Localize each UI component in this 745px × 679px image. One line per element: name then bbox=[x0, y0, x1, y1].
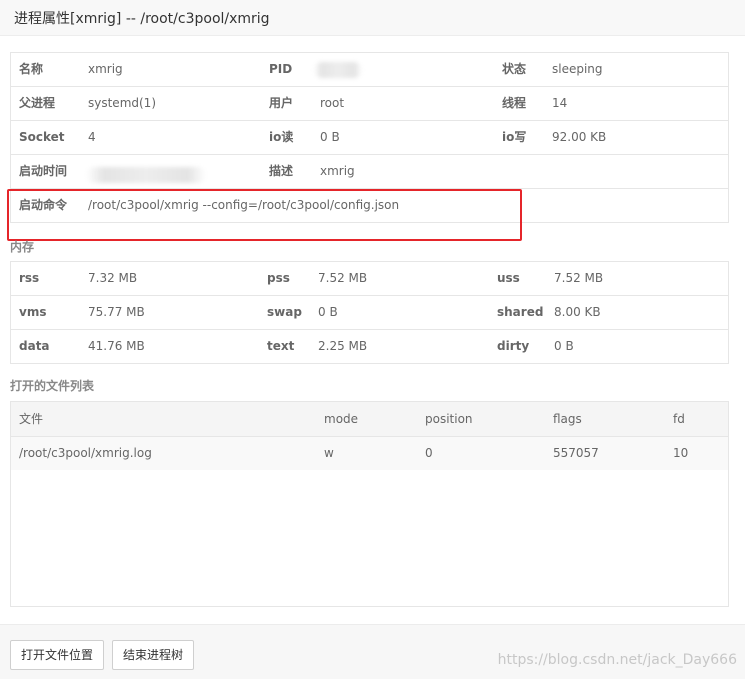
description-label: 描述 bbox=[269, 164, 294, 178]
vms-value: 75.77 MB bbox=[88, 305, 145, 319]
uss-value: 7.52 MB bbox=[554, 271, 604, 285]
status-label: 状态 bbox=[502, 62, 527, 76]
info-row: 名称 xmrig PID 状态 sleeping bbox=[11, 53, 728, 87]
swap-label: swap bbox=[267, 305, 302, 319]
io-write-value: 92.00 KB bbox=[552, 130, 607, 144]
column-header-flags: flags bbox=[553, 412, 582, 426]
watermark-text: https://blog.csdn.net/jack_Day666 bbox=[497, 652, 737, 668]
pid-label: PID bbox=[269, 62, 293, 76]
memory-row: rss 7.32 MB pss 7.52 MB uss 7.52 MB bbox=[11, 262, 728, 296]
files-section-title: 打开的文件列表 bbox=[10, 379, 95, 393]
dialog-footer: 打开文件位置 结束进程树 https://blog.csdn.net/jack_… bbox=[0, 624, 745, 679]
file-position-cell: 0 bbox=[425, 446, 433, 460]
pss-value: 7.52 MB bbox=[318, 271, 368, 285]
io-write-label: io写 bbox=[502, 130, 527, 144]
files-table-header: 文件 mode position flags fd bbox=[11, 402, 728, 437]
swap-value: 0 B bbox=[318, 305, 338, 319]
info-row: 启动时间 描述 xmrig bbox=[11, 155, 728, 189]
file-flags-cell: 557057 bbox=[553, 446, 599, 460]
start-time-label: 启动时间 bbox=[19, 164, 68, 178]
data-value: 41.76 MB bbox=[88, 339, 145, 353]
io-read-label: io读 bbox=[269, 130, 294, 144]
open-file-location-button[interactable]: 打开文件位置 bbox=[10, 640, 105, 670]
threads-value: 14 bbox=[552, 96, 568, 110]
info-row: Socket 4 io读 0 B io写 92.00 KB bbox=[11, 121, 728, 155]
column-header-fd: fd bbox=[673, 412, 685, 426]
description-value: xmrig bbox=[320, 164, 355, 178]
title-bar: 进程属性[xmrig] -- /root/c3pool/xmrig bbox=[0, 0, 745, 36]
dirty-label: dirty bbox=[497, 339, 530, 353]
window-title: 进程属性[xmrig] -- /root/c3pool/xmrig bbox=[14, 11, 270, 27]
name-value: xmrig bbox=[88, 62, 123, 76]
column-header-file: 文件 bbox=[19, 412, 44, 426]
file-fd-cell: 10 bbox=[673, 446, 689, 460]
user-value: root bbox=[320, 96, 345, 110]
status-value: sleeping bbox=[552, 62, 603, 76]
pid-value-redacted bbox=[314, 62, 362, 78]
kill-process-tree-button[interactable]: 结束进程树 bbox=[112, 640, 195, 670]
memory-row: vms 75.77 MB swap 0 B shared 8.00 KB bbox=[11, 296, 728, 330]
text-label: text bbox=[267, 339, 295, 353]
socket-value: 4 bbox=[88, 130, 96, 144]
process-info-table: 名称 xmrig PID 状态 sleeping 父进程 systemd(1) … bbox=[10, 52, 729, 223]
io-read-value: 0 B bbox=[320, 130, 340, 144]
command-row: 启动命令 /root/c3pool/xmrig --config=/root/c… bbox=[11, 189, 728, 223]
command-label: 启动命令 bbox=[19, 198, 68, 212]
memory-section-title: 内存 bbox=[10, 240, 35, 254]
column-header-mode: mode bbox=[324, 412, 359, 426]
start-time-value-redacted bbox=[86, 167, 206, 183]
socket-label: Socket bbox=[19, 130, 65, 144]
memory-info-table: rss 7.32 MB pss 7.52 MB uss 7.52 MB vms … bbox=[10, 261, 729, 364]
shared-label: shared bbox=[497, 305, 544, 319]
rss-label: rss bbox=[19, 271, 40, 285]
file-path-cell: /root/c3pool/xmrig.log bbox=[19, 446, 152, 460]
memory-row: data 41.76 MB text 2.25 MB dirty 0 B bbox=[11, 330, 728, 364]
info-row: 父进程 systemd(1) 用户 root 线程 14 bbox=[11, 87, 728, 121]
command-value: /root/c3pool/xmrig --config=/root/c3pool… bbox=[88, 198, 400, 212]
parent-label: 父进程 bbox=[19, 96, 56, 110]
uss-label: uss bbox=[497, 271, 520, 285]
threads-label: 线程 bbox=[502, 96, 527, 110]
name-label: 名称 bbox=[19, 62, 44, 76]
pss-label: pss bbox=[267, 271, 290, 285]
rss-value: 7.32 MB bbox=[88, 271, 138, 285]
dirty-value: 0 B bbox=[554, 339, 574, 353]
data-label: data bbox=[19, 339, 50, 353]
parent-value: systemd(1) bbox=[88, 96, 156, 110]
column-header-position: position bbox=[425, 412, 473, 426]
shared-value: 8.00 KB bbox=[554, 305, 601, 319]
file-mode-cell: w bbox=[324, 446, 334, 460]
vms-label: vms bbox=[19, 305, 47, 319]
open-files-table: 文件 mode position flags fd /root/c3pool/x… bbox=[10, 401, 729, 607]
user-label: 用户 bbox=[269, 96, 294, 110]
text-value: 2.25 MB bbox=[318, 339, 368, 353]
table-row[interactable]: /root/c3pool/xmrig.log w 0 557057 10 bbox=[11, 437, 728, 470]
